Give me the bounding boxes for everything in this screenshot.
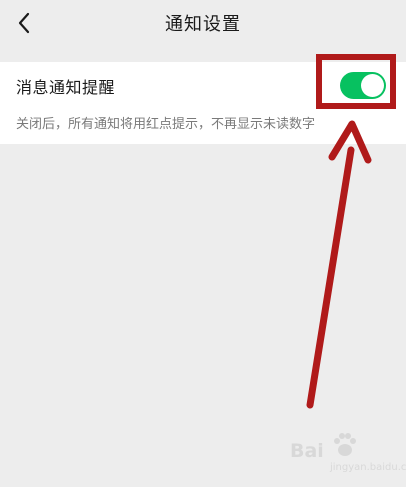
watermark: Bai jingyan.baidu.com: [286, 430, 406, 478]
watermark-sub: jingyan.baidu.com: [330, 462, 406, 473]
nav-bar: 通知设置: [0, 0, 406, 50]
toggle-knob: [361, 74, 384, 97]
page-title: 通知设置: [165, 14, 241, 35]
message-notification-toggle[interactable]: [340, 72, 386, 99]
paw-icon: [334, 433, 356, 456]
setting-description: 关闭后，所有通知将用红点提示，不再显示未读数字: [16, 117, 316, 132]
watermark-brand: Bai: [290, 440, 324, 462]
setting-card: 消息通知提醒 关闭后，所有通知将用红点提示，不再显示未读数字: [0, 62, 406, 144]
setting-label: 消息通知提醒: [16, 78, 116, 97]
